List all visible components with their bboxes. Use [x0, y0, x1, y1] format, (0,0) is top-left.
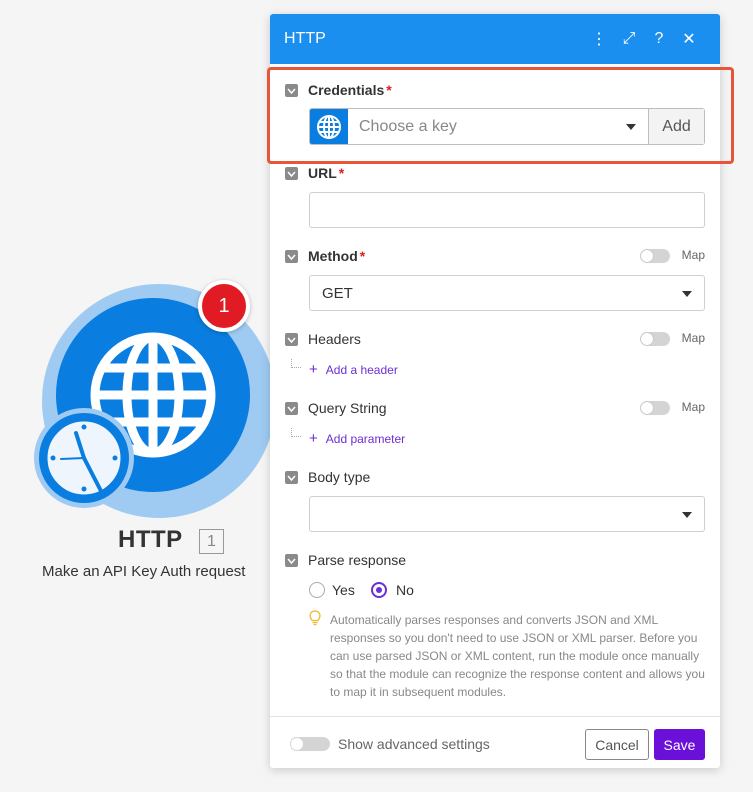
- add-header-link[interactable]: + Add a header: [309, 361, 398, 378]
- url-label: URL *: [308, 165, 344, 181]
- query-string-map-toggle[interactable]: [640, 401, 670, 415]
- parse-response-yes-radio[interactable]: [309, 582, 325, 598]
- close-icon[interactable]: ✕: [674, 24, 704, 54]
- expand-icon[interactable]: ⤢: [614, 24, 644, 54]
- lightbulb-icon: [309, 610, 321, 626]
- parse-response-label: Parse response: [308, 552, 407, 568]
- method-collapse-toggle[interactable]: [285, 250, 298, 263]
- tree-connector: [291, 359, 301, 368]
- body-type-select[interactable]: [309, 496, 705, 532]
- chevron-down-icon: [626, 124, 636, 130]
- advanced-settings-toggle[interactable]: [290, 737, 330, 751]
- required-marker: *: [386, 82, 392, 98]
- credentials-placeholder: Choose a key: [359, 117, 457, 135]
- required-marker: *: [338, 165, 345, 181]
- method-map-toggle[interactable]: [640, 249, 670, 263]
- headers-label: Headers: [308, 331, 361, 347]
- notification-badge[interactable]: 1: [198, 280, 250, 332]
- required-marker: *: [359, 248, 366, 264]
- more-menu-icon[interactable]: ⋮: [584, 24, 614, 54]
- http-settings-panel: HTTP ⋮ ⤢ ? ✕ Credentials * Choose a key …: [270, 14, 720, 768]
- plus-icon: +: [309, 361, 318, 378]
- query-string-collapse-toggle[interactable]: [285, 402, 298, 415]
- add-parameter-link[interactable]: + Add parameter: [309, 430, 405, 447]
- method-label-text: Method: [308, 248, 358, 264]
- credentials-label-text: Credentials: [308, 82, 385, 98]
- credentials-select[interactable]: Choose a key: [348, 109, 648, 144]
- add-credential-button[interactable]: Add: [648, 109, 704, 144]
- body-type-collapse-toggle[interactable]: [285, 471, 298, 484]
- credential-globe-icon: [310, 109, 348, 144]
- advanced-settings-label: Show advanced settings: [338, 736, 490, 752]
- method-value: GET: [322, 284, 353, 302]
- query-string-label: Query String: [308, 400, 387, 416]
- headers-collapse-toggle[interactable]: [285, 333, 298, 346]
- method-map-label: Map: [681, 248, 705, 262]
- panel-title: HTTP: [284, 30, 326, 47]
- tree-connector: [291, 428, 301, 437]
- no-label: No: [396, 582, 414, 598]
- credentials-field: Choose a key Add: [309, 108, 705, 145]
- credentials-collapse-toggle[interactable]: [285, 84, 298, 97]
- parse-response-hint: Automatically parses responses and conve…: [330, 613, 705, 699]
- clock-icon[interactable]: [34, 408, 134, 508]
- headers-map-toggle[interactable]: [640, 332, 670, 346]
- method-label: Method *: [308, 248, 365, 264]
- help-icon[interactable]: ?: [644, 24, 674, 54]
- url-label-text: URL: [308, 165, 337, 181]
- url-collapse-toggle[interactable]: [285, 167, 298, 180]
- panel-footer: Show advanced settings Cancel Save: [270, 716, 720, 768]
- credentials-label: Credentials *: [308, 82, 392, 98]
- module-subtitle: Make an API Key Auth request: [42, 563, 246, 580]
- body-type-label: Body type: [308, 469, 371, 485]
- header-actions: ⋮ ⤢ ? ✕: [584, 14, 704, 64]
- module-title: HTTP: [118, 526, 183, 553]
- chevron-down-icon: [682, 291, 692, 297]
- headers-map-label: Map: [681, 331, 705, 345]
- add-header-label: Add a header: [325, 363, 398, 377]
- method-select[interactable]: GET: [309, 275, 705, 311]
- save-button[interactable]: Save: [654, 729, 705, 760]
- parse-response-collapse-toggle[interactable]: [285, 554, 298, 567]
- url-input[interactable]: [309, 192, 705, 228]
- yes-label: Yes: [332, 582, 355, 598]
- cancel-button[interactable]: Cancel: [585, 729, 649, 760]
- plus-icon: +: [309, 430, 318, 447]
- panel-header: HTTP ⋮ ⤢ ? ✕: [270, 14, 720, 64]
- module-number: 1: [199, 529, 224, 554]
- chevron-down-icon: [682, 512, 692, 518]
- parse-response-no-radio[interactable]: [371, 582, 387, 598]
- add-parameter-label: Add parameter: [325, 432, 406, 446]
- query-string-map-label: Map: [681, 400, 705, 414]
